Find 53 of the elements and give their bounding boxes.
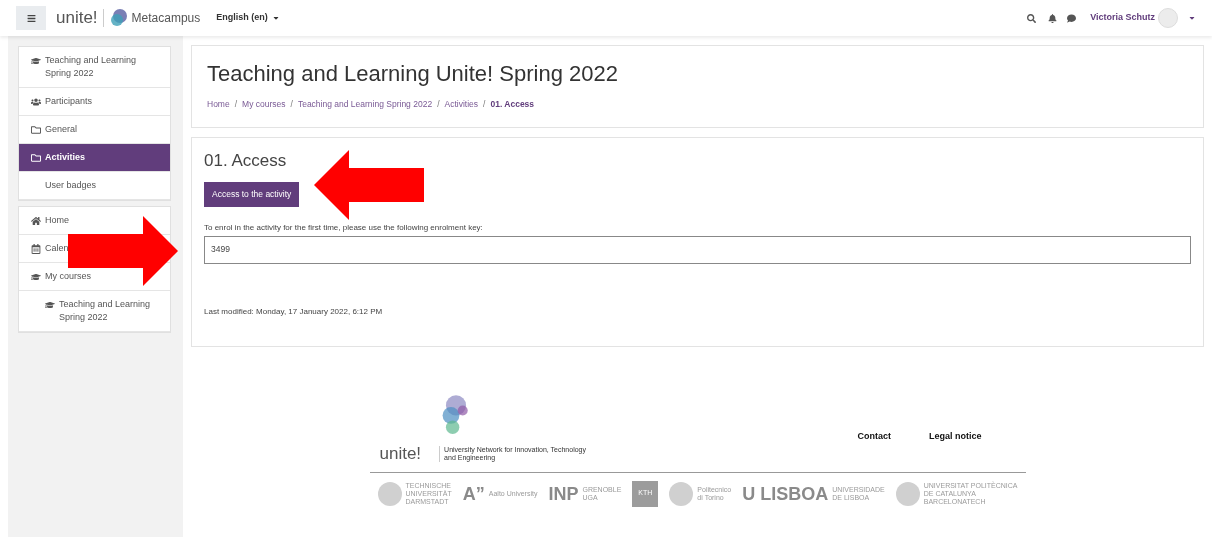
sidebar-link[interactable]: Teaching and Learning Spring 2022: [45, 54, 158, 80]
seal-icon: [895, 481, 920, 506]
seal-icon: [377, 481, 402, 506]
sidebar-link[interactable]: Participants: [45, 95, 93, 108]
sidebar-link[interactable]: User badges: [45, 179, 97, 192]
course-title: Teaching and Learning Unite! Spring 2022: [207, 60, 619, 88]
chat-icon[interactable]: [1067, 13, 1077, 23]
people-icon: [31, 97, 41, 107]
breadcrumb-link[interactable]: 01. Access: [490, 98, 535, 111]
caret-icon[interactable]: [1188, 14, 1196, 22]
breadcrumb-link[interactable]: Teaching and Learning Spring 2022: [297, 98, 433, 111]
graduation-cap-icon: [31, 56, 41, 66]
calendar-icon: [31, 244, 41, 254]
seal-icon: [669, 481, 694, 506]
activity-title: 01. Access: [204, 149, 287, 172]
access-button[interactable]: Access to the activity: [204, 181, 300, 207]
breadcrumb-separator: /: [290, 98, 293, 111]
footer-brand-text: unite!: [379, 444, 422, 462]
site-name: Metacampus: [131, 10, 201, 27]
breadcrumb-link[interactable]: Home: [207, 98, 230, 111]
caret-icon: [271, 14, 280, 22]
menu-icon: [26, 13, 36, 23]
breadcrumb-separator: /: [437, 98, 440, 111]
breadcrumb-separator: /: [234, 98, 238, 111]
menu-button[interactable]: [16, 6, 46, 30]
home-icon: [31, 216, 41, 226]
footer-link[interactable]: Contact: [857, 430, 891, 444]
last-modified-text: Last modified: Monday, 17 January 2022, 6:12 PM: [204, 305, 383, 318]
sidebar-link[interactable]: Home: [45, 214, 69, 227]
partner-logo-text: U LISBOA: [742, 484, 829, 503]
bell-icon[interactable]: [1048, 13, 1058, 23]
partner-logo-text: A”: [462, 484, 485, 503]
user-name[interactable]: Victoria Schutz: [1090, 11, 1155, 25]
partner-logo-text: INP: [548, 484, 579, 503]
sidebar-item[interactable]: Activities: [19, 144, 170, 172]
sidebar-link[interactable]: Calen: [45, 242, 69, 255]
graduation-cap-icon: [31, 272, 41, 282]
breadcrumb-separator: /: [483, 98, 486, 111]
folder-icon: [31, 153, 41, 163]
folder-icon: [31, 125, 41, 135]
footer-link[interactable]: Legal notice: [929, 430, 982, 444]
language-menu[interactable]: English (en): [216, 11, 280, 25]
graduation-cap-icon: [45, 300, 55, 310]
sidebar-link[interactable]: Teaching and Learning Spring 2022: [59, 298, 158, 324]
sidebar-link[interactable]: General: [45, 123, 78, 136]
brand-logo-text: unite!: [56, 7, 98, 30]
enrolment-key-field[interactable]: 3499: [204, 235, 1191, 264]
breadcrumb-link[interactable]: Activities: [444, 98, 479, 111]
search-icon[interactable]: [1027, 13, 1037, 23]
breadcrumb-link[interactable]: My courses: [242, 98, 286, 111]
enrolment-key-label: To enrol in the activity for the first time, please use the following enrolment key:: [204, 221, 483, 234]
sidebar-link[interactable]: My courses: [45, 270, 91, 283]
bubbles-logo-icon: [108, 8, 129, 28]
